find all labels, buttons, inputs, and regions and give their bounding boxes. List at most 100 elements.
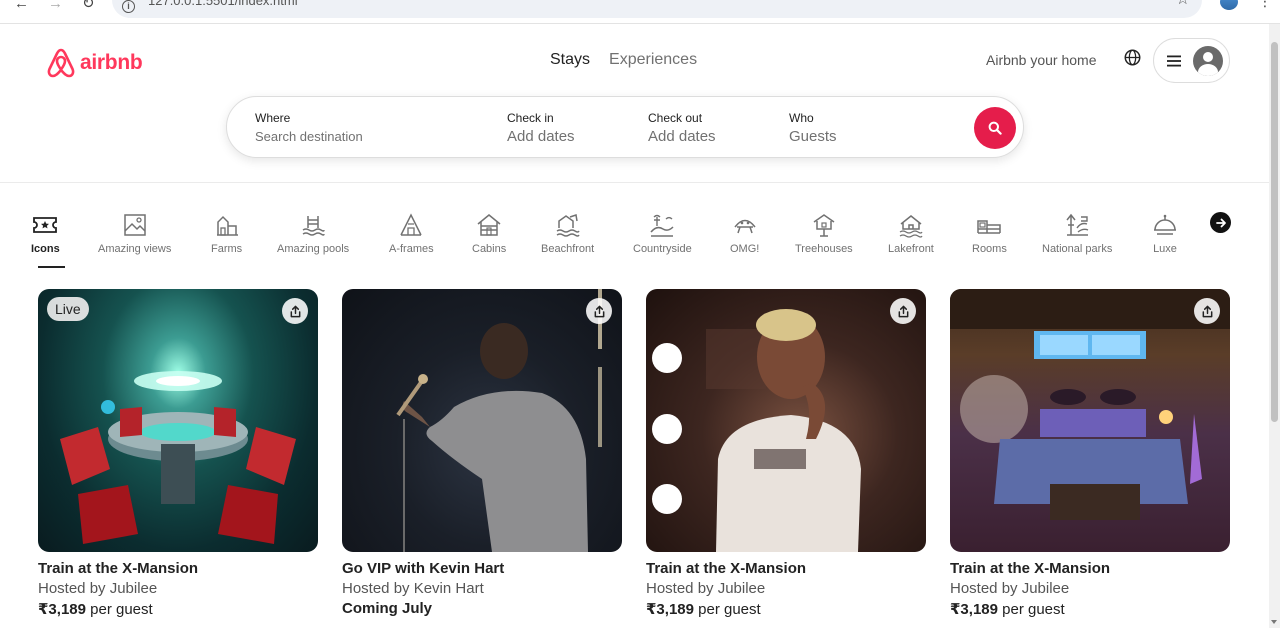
listing-card[interactable]: Train at the X-Mansion Hosted by Jubilee… bbox=[646, 289, 926, 618]
share-button[interactable] bbox=[890, 298, 916, 324]
checkin-value: Add dates bbox=[507, 128, 575, 145]
category-farms[interactable]: Farms bbox=[211, 212, 242, 255]
hamburger-menu-icon bbox=[1167, 55, 1181, 66]
tab-stays[interactable]: Stays bbox=[550, 51, 590, 69]
countryside-icon bbox=[650, 214, 674, 237]
tab-experiences[interactable]: Experiences bbox=[609, 51, 697, 69]
reload-icon[interactable]: ↻ bbox=[82, 0, 95, 12]
site-info-icon[interactable]: i bbox=[122, 0, 135, 13]
category-a-frames[interactable]: A-frames bbox=[389, 212, 434, 255]
category-countryside[interactable]: Countryside bbox=[633, 212, 692, 255]
forward-arrow-icon[interactable]: → bbox=[48, 0, 63, 12]
category-amazing-views[interactable]: Amazing views bbox=[98, 212, 171, 255]
category-cabins[interactable]: Cabins bbox=[472, 212, 506, 255]
listing-host: Hosted by Jubilee bbox=[950, 580, 1070, 597]
dressing-room-photo bbox=[652, 309, 861, 552]
browser-profile-icon[interactable] bbox=[1220, 0, 1238, 10]
category-label: Beachfront bbox=[541, 243, 595, 255]
listing-price: ₹3,189 per guest bbox=[646, 600, 926, 618]
checkout-field[interactable]: Check out Add dates bbox=[648, 111, 716, 145]
share-icon bbox=[290, 305, 300, 317]
category-amazing-pools[interactable]: Amazing pools bbox=[277, 212, 349, 255]
listing-title[interactable]: Go VIP with Kevin Hart bbox=[342, 560, 622, 577]
listing-host: Hosted by Jubilee bbox=[646, 580, 766, 597]
listing-card[interactable]: Go VIP with Kevin Hart Hosted by Kevin H… bbox=[342, 289, 622, 617]
price-amount: ₹3,189 bbox=[646, 601, 694, 618]
category-omg[interactable]: OMG! bbox=[730, 212, 759, 255]
listing-card[interactable]: Live Train at the X-Mansion Hosted by Ju… bbox=[38, 289, 318, 618]
share-button[interactable] bbox=[1194, 298, 1220, 324]
category-label: Treehouses bbox=[795, 243, 853, 255]
listing-image[interactable] bbox=[950, 289, 1230, 552]
category-lakefront[interactable]: Lakefront bbox=[888, 212, 934, 255]
price-amount: Coming July bbox=[342, 600, 433, 617]
search-button[interactable] bbox=[974, 107, 1016, 149]
address-bar[interactable]: i 127.0.0.1:5501/index.html ☆ bbox=[112, 0, 1202, 18]
category-label: OMG! bbox=[730, 243, 760, 255]
search-destination-input[interactable]: Search destination bbox=[255, 129, 363, 144]
farms-icon bbox=[216, 215, 238, 236]
price-suffix: per guest bbox=[997, 601, 1065, 618]
category-label: A-frames bbox=[389, 243, 434, 255]
listing-image[interactable] bbox=[646, 289, 926, 552]
listing-price: ₹3,189 per guest bbox=[38, 600, 318, 618]
share-icon bbox=[594, 305, 604, 317]
address-url[interactable]: 127.0.0.1:5501/index.html bbox=[148, 0, 298, 7]
category-label: Cabins bbox=[472, 243, 507, 255]
globe-icon[interactable] bbox=[1124, 49, 1141, 71]
category-icons[interactable]: Icons bbox=[31, 212, 60, 255]
page-scrollbar[interactable] bbox=[1269, 24, 1280, 628]
checkout-value: Add dates bbox=[648, 128, 716, 145]
categories-next-button[interactable] bbox=[1210, 212, 1231, 233]
who-field[interactable]: Who Guests bbox=[789, 111, 837, 145]
category-label: Farms bbox=[211, 243, 243, 255]
cabins-icon bbox=[477, 214, 501, 236]
search-bar: Where Search destination Check in Add da… bbox=[226, 96, 1024, 158]
listing-image[interactable] bbox=[342, 289, 622, 552]
bookmark-star-icon[interactable]: ☆ bbox=[1176, 0, 1190, 8]
scrollbar-thumb[interactable] bbox=[1271, 42, 1278, 422]
category-label: Lakefront bbox=[888, 243, 934, 255]
scroll-down-arrow-icon[interactable] bbox=[1271, 620, 1277, 624]
kevin-hart-photo bbox=[396, 289, 602, 552]
category-luxe[interactable]: Luxe bbox=[1152, 212, 1178, 255]
listing-price: ₹3,189 per guest bbox=[950, 600, 1230, 618]
rooms-icon bbox=[977, 220, 1002, 234]
where-field[interactable]: Where Search destination bbox=[255, 111, 363, 144]
listing-host: Hosted by Jubilee bbox=[38, 580, 158, 597]
share-icon bbox=[898, 305, 908, 317]
category-national-parks[interactable]: National parks bbox=[1042, 212, 1112, 255]
checkout-label: Check out bbox=[648, 111, 703, 125]
category-treehouses[interactable]: Treehouses bbox=[795, 212, 853, 255]
back-arrow-icon[interactable]: ← bbox=[14, 0, 29, 12]
category-beachfront[interactable]: Beachfront bbox=[541, 212, 594, 255]
airbnb-logo[interactable]: airbnb bbox=[46, 47, 143, 79]
airbnb-your-home-link[interactable]: Airbnb your home bbox=[986, 52, 1097, 68]
user-menu-button[interactable] bbox=[1153, 38, 1230, 83]
listing-title[interactable]: Train at the X-Mansion bbox=[38, 560, 318, 577]
price-suffix: per guest bbox=[85, 601, 153, 618]
user-avatar-icon bbox=[1193, 45, 1223, 76]
share-button[interactable] bbox=[282, 298, 308, 324]
luxe-icon bbox=[1154, 214, 1176, 235]
listing-title[interactable]: Train at the X-Mansion bbox=[950, 560, 1230, 577]
listing-host: Hosted by Kevin Hart bbox=[342, 580, 484, 597]
icons-ticket-icon bbox=[33, 217, 58, 233]
active-category-underline bbox=[38, 266, 65, 268]
who-value: Guests bbox=[789, 128, 837, 145]
category-label: Icons bbox=[31, 243, 60, 255]
search-icon bbox=[988, 121, 1002, 135]
category-rooms[interactable]: Rooms bbox=[972, 212, 1007, 255]
share-button[interactable] bbox=[586, 298, 612, 324]
header-divider bbox=[0, 182, 1269, 183]
pools-icon bbox=[302, 216, 325, 236]
listing-card[interactable]: Train at the X-Mansion Hosted by Jubilee… bbox=[950, 289, 1230, 618]
omg-icon bbox=[734, 219, 756, 234]
price-amount: ₹3,189 bbox=[950, 601, 998, 618]
checkin-field[interactable]: Check in Add dates bbox=[507, 111, 575, 145]
listing-image[interactable]: Live bbox=[38, 289, 318, 552]
browser-menu-icon[interactable]: ⋮ bbox=[1258, 0, 1272, 8]
listing-title[interactable]: Train at the X-Mansion bbox=[646, 560, 926, 577]
live-badge: Live bbox=[47, 297, 89, 321]
national-parks-icon bbox=[1066, 213, 1089, 236]
